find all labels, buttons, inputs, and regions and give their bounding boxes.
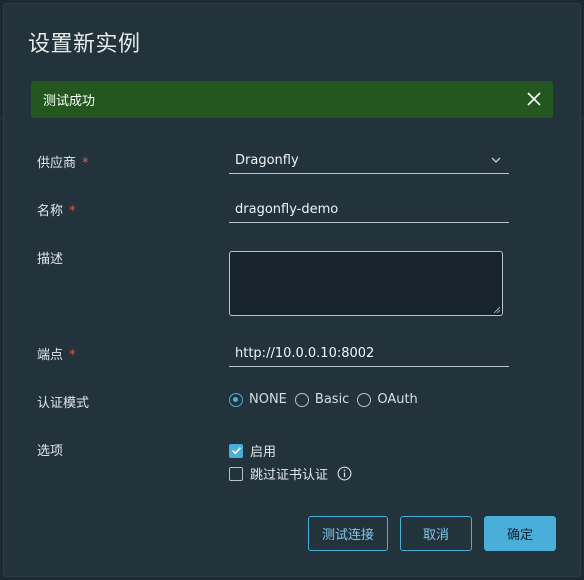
auth-radio-basic-label: Basic <box>314 392 350 407</box>
setup-instance-dialog: 设置新实例 测试成功 供应商 * Dragonfly 名称 * 描述 端点 * 认证模… <box>4 4 580 576</box>
endpoint-input[interactable] <box>229 341 509 367</box>
description-textarea[interactable] <box>229 251 503 316</box>
auth-radio-basic[interactable]: Basic <box>294 392 350 407</box>
checkmark-icon <box>231 447 241 455</box>
name-label: 名称 * <box>37 200 76 219</box>
enable-checkbox[interactable] <box>229 443 243 458</box>
close-icon[interactable] <box>525 90 543 108</box>
auth-mode-radio-group: NONE Basic OAuth <box>229 392 426 407</box>
skip-cert-checkbox-label: 跳过证书认证 <box>250 468 329 483</box>
auth-radio-oauth-label: OAuth <box>377 392 418 407</box>
radio-indicator[interactable] <box>357 392 372 407</box>
resize-grip-icon[interactable] <box>493 306 500 313</box>
provider-select[interactable]: Dragonfly <box>229 148 509 174</box>
cancel-button[interactable]: 取消 <box>400 516 472 551</box>
options-label: 选项 <box>37 444 64 459</box>
required-mark: * <box>69 204 76 219</box>
provider-selected-value: Dragonfly <box>235 153 299 168</box>
provider-label-text: 供应商 <box>37 156 77 171</box>
description-label: 描述 <box>37 252 64 267</box>
auth-mode-label: 认证模式 <box>37 396 90 411</box>
auth-radio-none-label: NONE <box>249 392 287 407</box>
required-mark: * <box>69 348 76 363</box>
enable-checkbox-label: 启用 <box>250 445 277 460</box>
confirm-button[interactable]: 确定 <box>484 516 556 551</box>
endpoint-label: 端点 * <box>37 344 76 363</box>
enable-checkbox-row[interactable]: 启用 <box>229 441 276 460</box>
radio-selected-indicator[interactable] <box>229 392 243 407</box>
name-label-text: 名称 <box>37 204 64 219</box>
endpoint-label-text: 端点 <box>37 348 64 363</box>
provider-label: 供应商 * <box>37 152 89 171</box>
auth-radio-none[interactable]: NONE <box>229 392 287 407</box>
chevron-down-icon <box>491 157 501 163</box>
test-connection-button[interactable]: 测试连接 <box>308 516 388 551</box>
alert-message: 测试成功 <box>43 94 96 109</box>
skip-cert-checkbox-row[interactable]: 跳过证书认证 <box>229 464 352 483</box>
success-alert: 测试成功 <box>31 81 553 118</box>
auth-radio-oauth[interactable]: OAuth <box>357 392 418 407</box>
name-input[interactable] <box>229 197 509 223</box>
dialog-title: 设置新实例 <box>28 32 141 57</box>
required-mark: * <box>82 156 89 171</box>
radio-indicator[interactable] <box>294 392 309 407</box>
info-icon[interactable] <box>337 466 352 481</box>
skip-cert-checkbox[interactable] <box>229 466 243 481</box>
